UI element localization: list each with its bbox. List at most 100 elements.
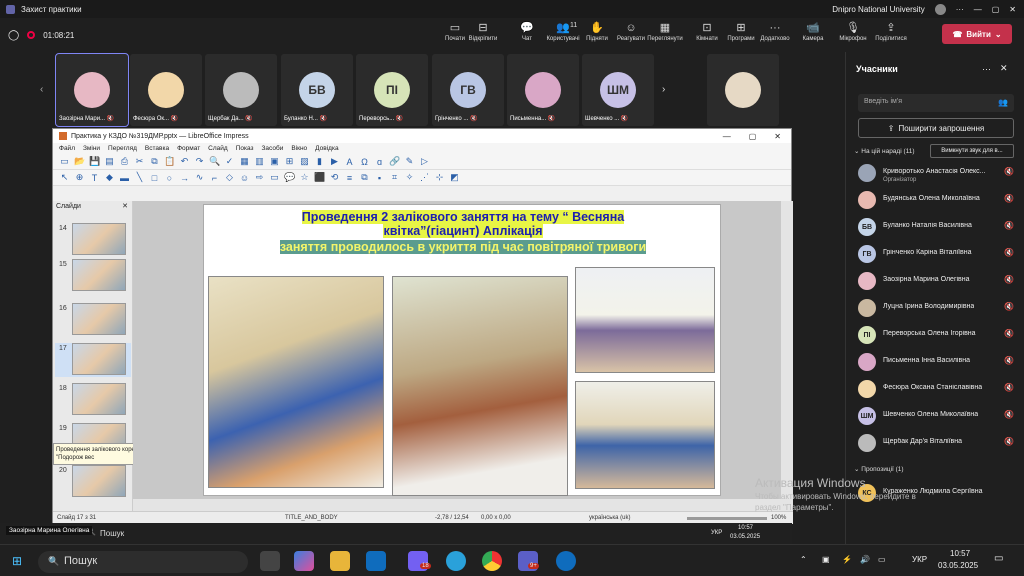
find-icon[interactable]: 🔍: [209, 156, 220, 167]
menu-Довідка[interactable]: Довідка: [315, 145, 338, 152]
pane-close-icon[interactable]: ✕: [122, 202, 128, 210]
text-icon[interactable]: T: [89, 173, 100, 183]
add-person-icon[interactable]: 👥: [998, 98, 1008, 107]
toolbar-share-button[interactable]: ⇪ Поділитися: [872, 21, 910, 42]
participant-video-tile[interactable]: Заозірна Мари... 🔇: [55, 53, 129, 127]
minimize-icon[interactable]: —: [723, 132, 731, 141]
photo-children-crafts-1[interactable]: [208, 276, 384, 488]
gallery-prev-icon[interactable]: ‹: [40, 84, 43, 95]
table-icon[interactable]: ⊞: [284, 156, 295, 167]
slide-title-line-2[interactable]: квітка”(гіацинт) Аплікація: [204, 224, 722, 238]
select-icon[interactable]: ↖: [59, 172, 70, 183]
spellcheck-icon[interactable]: ✓: [224, 156, 235, 167]
points-icon[interactable]: ⋰: [419, 172, 430, 183]
participant-row[interactable]: Фесюра Оксана Станіславівна 🔇: [856, 376, 1022, 400]
rect-icon[interactable]: □: [149, 173, 160, 183]
participant-video-tile[interactable]: ГВ Грінченко ... 🔇: [432, 54, 504, 126]
special-char-icon[interactable]: Ω: [359, 157, 370, 167]
smiley-icon[interactable]: ☺: [239, 173, 250, 183]
filter-icon[interactable]: ✧: [404, 172, 415, 183]
block-arrow-icon[interactable]: ⇨: [254, 172, 265, 183]
slide-thumbnail[interactable]: 15: [55, 259, 131, 293]
chevron-down-icon[interactable]: ⌄: [995, 30, 1002, 39]
participant-video-tile[interactable]: ПІ Переворсь... 🔇: [356, 54, 428, 126]
cut-icon[interactable]: ✂: [134, 156, 145, 167]
line-color-icon[interactable]: ▬: [119, 173, 130, 183]
vertical-scrollbar[interactable]: [781, 201, 793, 511]
arrange-icon[interactable]: ⧉: [359, 172, 370, 183]
toolbar-rooms-button[interactable]: ⊡ Кімнати: [688, 21, 726, 42]
ellipse-icon[interactable]: ○: [164, 173, 175, 183]
textbox-icon[interactable]: A: [344, 157, 355, 167]
participant-video-tile[interactable]: БВ Буланко Н... 🔇: [281, 54, 353, 126]
crop-icon[interactable]: ⌗: [389, 172, 400, 183]
participant-row[interactable]: ШМ Шевченко Олена Миколаївна 🔇: [856, 403, 1022, 427]
maximize-icon[interactable]: ▢: [749, 132, 757, 141]
flowchart-icon[interactable]: ▭: [269, 172, 280, 183]
media-icon[interactable]: ▶: [329, 156, 340, 167]
photo-children-crafts-3[interactable]: [575, 267, 715, 373]
slide-title-line-1[interactable]: Проведення 2 залікового заняття на тему …: [204, 210, 722, 224]
taskbar-search[interactable]: Пошук: [38, 551, 248, 573]
display-grid-icon[interactable]: ▥: [254, 156, 265, 167]
keyboard-language[interactable]: УКР: [912, 555, 927, 564]
photo-children-crafts-2[interactable]: [392, 276, 568, 496]
save-icon[interactable]: 💾: [89, 156, 100, 167]
menu-Вікно[interactable]: Вікно: [291, 145, 307, 152]
slide[interactable]: Проведення 2 залікового заняття на тему …: [203, 204, 721, 496]
paste-icon[interactable]: 📋: [164, 156, 175, 167]
copilot-icon[interactable]: [294, 551, 314, 571]
chart-icon[interactable]: ▮: [314, 156, 325, 167]
close-icon[interactable]: ✕: [774, 132, 781, 141]
more-icon[interactable]: ···: [982, 64, 991, 74]
undo-icon[interactable]: ↶: [179, 156, 190, 167]
3d-icon[interactable]: ⬛: [314, 172, 325, 183]
chrome-icon[interactable]: [482, 551, 502, 571]
redo-icon[interactable]: ↷: [194, 156, 205, 167]
participant-row[interactable]: ПІ Переворська Олена Ігорівна 🔇: [856, 322, 1022, 346]
line-icon[interactable]: ╲: [134, 172, 145, 183]
connector-icon[interactable]: ⌐: [209, 173, 220, 183]
gallery-next-icon[interactable]: ›: [662, 84, 665, 95]
participant-row[interactable]: Щербак Дар'я Віталіївна 🔇: [856, 430, 1022, 454]
menu-Формат[interactable]: Формат: [177, 145, 200, 152]
start-show-icon[interactable]: ▷: [419, 156, 430, 167]
print-icon[interactable]: ⎙: [119, 156, 130, 167]
curve-icon[interactable]: ∿: [194, 172, 205, 183]
task-view-icon[interactable]: [260, 551, 280, 571]
windows-start-icon[interactable]: ⊞: [12, 554, 22, 568]
leave-button[interactable]: ☎ Вийти ⌄: [942, 24, 1012, 44]
glue-icon[interactable]: ⊹: [434, 172, 445, 183]
fontwork-icon[interactable]: ɑ: [374, 157, 385, 167]
horizontal-scrollbar[interactable]: [133, 499, 781, 511]
hyperlink-icon[interactable]: 🔗: [389, 156, 400, 167]
notifications-icon[interactable]: ▭: [994, 553, 1003, 564]
comment-icon[interactable]: ✎: [404, 156, 415, 167]
battery-icon[interactable]: ▭: [878, 555, 886, 564]
menu-Слайд[interactable]: Слайд: [208, 145, 228, 152]
slide-layout-icon[interactable]: ▣: [269, 156, 280, 167]
toolbar-mic-button[interactable]: 🎙 Мікрофон: [834, 21, 872, 42]
telegram-icon[interactable]: [446, 551, 466, 571]
participant-row[interactable]: Заозірна Марина Олегівна 🔇: [856, 268, 1022, 292]
menu-Перегляд[interactable]: Перегляд: [108, 145, 137, 152]
participant-row[interactable]: Криворотько Анастасія Олекс... Організато…: [856, 160, 1022, 184]
participant-video-tile[interactable]: ШМ Шевченко ... 🔇: [582, 54, 654, 126]
toolbar-hand-button[interactable]: ✋ Підняти: [578, 21, 616, 42]
diamond-icon[interactable]: ◇: [224, 172, 235, 183]
minimize-icon[interactable]: —: [974, 5, 982, 14]
slide-title-line-3[interactable]: заняття проводилось в укриття під час по…: [204, 240, 722, 254]
toggle-extrusion-icon[interactable]: ◩: [449, 172, 460, 183]
zoom-slider[interactable]: [687, 517, 767, 520]
slide-thumbnail[interactable]: 18: [55, 383, 131, 417]
shadow-icon[interactable]: ▪: [374, 173, 385, 183]
menu-Зміни[interactable]: Зміни: [83, 145, 100, 152]
slide-thumbnail[interactable]: 20: [55, 465, 131, 499]
menu-Засоби[interactable]: Засоби: [262, 145, 284, 152]
menu-Показ[interactable]: Показ: [236, 145, 254, 152]
export-pdf-icon[interactable]: ▤: [104, 156, 115, 167]
toolbar-camera-button[interactable]: 📹 Камера: [794, 21, 832, 42]
participant-row[interactable]: Будянська Олена Миколаївна 🔇: [856, 187, 1022, 211]
toolbar-unpin-button[interactable]: ⊟ Відкріпити: [464, 21, 502, 42]
toolbar-apps-button[interactable]: ⊞ Програми: [722, 21, 760, 42]
